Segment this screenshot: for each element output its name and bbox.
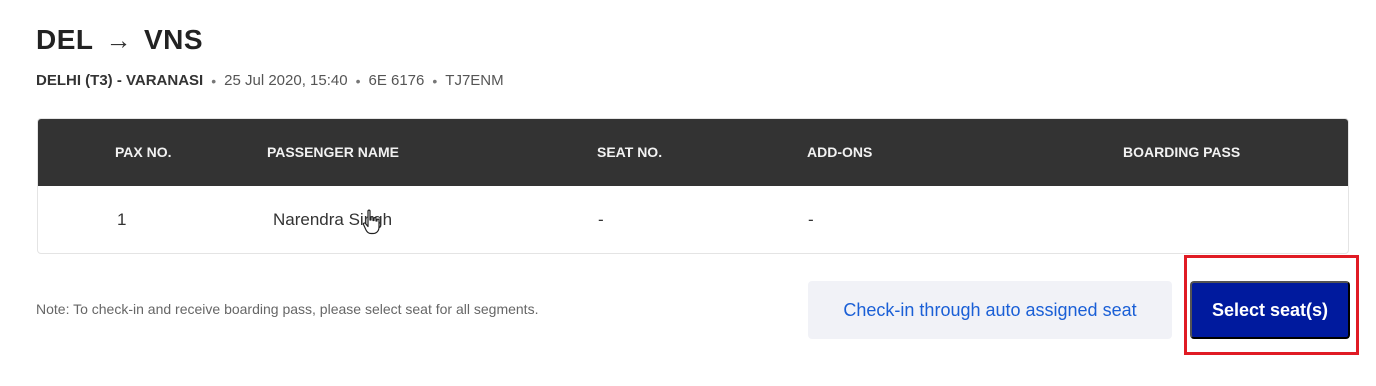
table-header: PAX NO. PASSENGER NAME SEAT NO. ADD-ONS … bbox=[38, 119, 1348, 186]
separator-dot: • bbox=[211, 72, 217, 89]
route-title: DEL → VNS bbox=[36, 24, 203, 56]
select-seats-button[interactable]: Select seat(s) bbox=[1190, 281, 1350, 339]
flight-number: 6E 6176 bbox=[368, 72, 425, 89]
pnr-code: TJ7ENM bbox=[445, 72, 504, 89]
header-seat-no: SEAT NO. bbox=[597, 144, 663, 160]
flight-datetime: 25 Jul 2020, 15:40 bbox=[224, 72, 348, 89]
checkin-page: DEL → VNS DELHI (T3) - VARANASI • 25 Jul… bbox=[0, 0, 1376, 386]
table-row: 1 Narendra Singh - - bbox=[38, 186, 1348, 253]
auto-checkin-button[interactable]: Check-in through auto assigned seat bbox=[808, 281, 1172, 339]
pax-number: 1 bbox=[117, 210, 127, 229]
separator-dot: • bbox=[432, 72, 438, 89]
header-add-ons: ADD-ONS bbox=[807, 144, 873, 160]
header-passenger-name: PASSENGER NAME bbox=[267, 144, 399, 160]
sector-label: DELHI (T3) - VARANASI bbox=[36, 72, 204, 89]
flight-details: DELHI (T3) - VARANASI • 25 Jul 2020, 15:… bbox=[36, 72, 504, 89]
seat-number: - bbox=[598, 210, 604, 229]
checkin-note: Note: To check-in and receive boarding p… bbox=[36, 301, 539, 317]
separator-dot: • bbox=[355, 72, 361, 89]
header-boarding-pass: BOARDING PASS bbox=[1123, 144, 1241, 160]
origin-code: DEL bbox=[36, 24, 94, 55]
destination-code: VNS bbox=[144, 24, 204, 55]
add-ons-value: - bbox=[808, 210, 814, 229]
route-arrow-icon: → bbox=[105, 24, 132, 55]
header-pax-no: PAX NO. bbox=[115, 144, 172, 160]
passenger-table: PAX NO. PASSENGER NAME SEAT NO. ADD-ONS … bbox=[37, 118, 1349, 254]
hand-pointer-icon bbox=[362, 209, 380, 235]
